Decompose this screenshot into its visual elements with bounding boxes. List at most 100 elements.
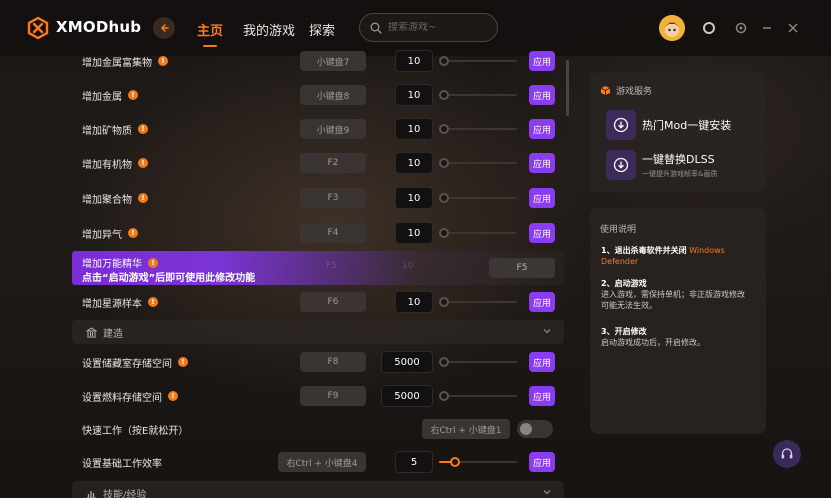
apply-button[interactable]: 应用 [529,386,555,406]
service-title: 热门Mod一键安装 [642,119,732,132]
bar-chart-icon [87,490,96,498]
value-input[interactable]: 10 [395,187,433,209]
row-label: 增加异气 [82,229,122,241]
info-icon[interactable]: ! [128,228,138,238]
slider-thumb[interactable] [449,457,460,467]
value-slider[interactable] [439,296,517,308]
apply-button[interactable]: 应用 [529,223,555,243]
locked-cheat-row[interactable]: 增加万能精华! 点击“启动游戏”后即可使用此修改功能 F5 10 F5 [72,251,564,285]
info-icon[interactable]: ! [148,257,158,268]
minimize-icon[interactable] [758,19,776,37]
cheat-row: 增加异气! F4 10 应用 [72,216,564,250]
nav-explore[interactable]: 探索 [309,20,335,39]
support-headset-button[interactable] [773,440,801,468]
back-button[interactable] [153,17,175,39]
info-icon[interactable]: ! [138,193,148,203]
dlss-replace-button[interactable]: 一键替换DLSS 一键提升游戏帧率&画质 [606,150,717,180]
close-icon[interactable] [784,19,802,37]
value-input[interactable]: 5 [395,451,433,473]
row-label: 设置储藏室存储空间 [82,358,172,370]
xmodhub-logo-icon [27,16,49,40]
info-icon[interactable]: ! [178,357,188,367]
apply-button[interactable]: 应用 [529,292,555,312]
apply-button[interactable]: 应用 [529,188,555,208]
hotkey-field[interactable]: F5 [489,258,555,278]
row-label: 设置基础工作效率 [82,458,162,470]
apply-button[interactable]: 应用 [529,51,555,71]
building-icon [86,326,97,337]
apply-button[interactable]: 应用 [529,352,555,372]
service-subtitle: 一键提升游戏帧率&画质 [642,170,718,178]
apply-button[interactable]: 应用 [529,153,555,173]
download-icon [606,150,636,180]
hotkey-field[interactable]: 小键盘7 [300,51,366,71]
nav-home[interactable]: 主页 [197,20,223,47]
section-skill-header[interactable]: 技能/经验 [72,481,564,498]
info-icon[interactable]: ! [138,124,148,134]
hotkey-field[interactable]: F9 [300,386,366,406]
apply-button[interactable]: 应用 [529,119,555,139]
hotkey-field[interactable]: F3 [300,188,366,208]
value-slider[interactable] [439,89,517,101]
scrollbar[interactable] [566,60,569,116]
hotkey-field[interactable]: F2 [300,153,366,173]
avatar-face-icon [659,15,685,41]
row-label: 增加矿物质 [82,125,132,137]
value-input[interactable]: 5000 [381,351,433,373]
notification-icon[interactable] [700,19,718,37]
value-slider[interactable] [439,390,517,402]
info-icon[interactable]: ! [128,90,138,100]
hotkey-field[interactable]: F6 [300,292,366,312]
apply-button[interactable]: 应用 [529,85,555,105]
value-slider[interactable] [439,157,517,169]
value-slider[interactable] [439,55,517,67]
hotkey-field[interactable]: F4 [300,223,366,243]
value-slider[interactable] [439,456,517,468]
value-input[interactable]: 10 [395,118,433,140]
hotkey-field[interactable]: 小键盘8 [300,85,366,105]
brand-name: XMODhub [56,18,142,36]
usage-step-2: 2、启动游戏 进入游戏，需保持单机；非正版游戏修改可能无法生效。 [601,279,745,310]
fast-work-toggle[interactable] [517,420,553,438]
chevron-down-icon [543,329,551,334]
apply-button[interactable]: 应用 [529,452,555,472]
mod-install-button[interactable]: 热门Mod一键安装 [606,110,731,140]
gamepad-box-icon [600,86,611,95]
services-card: 游戏服务 热门Mod一键安装 一键替换DLSS 一键提升游戏帧率&画质 [590,72,766,192]
search-box[interactable] [359,13,498,42]
section-build-header[interactable]: 建造 [72,320,564,344]
settings-icon[interactable] [732,19,750,37]
row-label: 增加有机物 [82,159,132,171]
value-slider[interactable] [439,192,517,204]
value-input[interactable]: 10 [395,50,433,72]
info-icon[interactable]: ! [148,297,158,307]
search-icon [370,22,382,34]
arrow-left-icon [160,24,169,32]
cheat-row: 增加有机物! F2 10 应用 [72,146,564,180]
hotkey-field[interactable]: 右Ctrl + 小键盘4 [278,452,366,472]
info-icon[interactable]: ! [168,391,178,401]
row-label: 快速工作（按E就松开） [82,425,189,437]
value-slider[interactable] [439,356,517,368]
hotkey-field[interactable]: 小键盘9 [300,119,366,139]
hotkey-field[interactable]: 右Ctrl + 小键盘1 [422,419,510,439]
value-input[interactable]: 5000 [381,385,433,407]
info-icon[interactable]: ! [138,158,148,168]
row-label: 增加金属富集物 [82,57,152,69]
row-label: 增加聚合物 [82,194,132,206]
row-label: 增加星源样本 [82,298,142,310]
cheat-row: 增加金属! 小键盘8 10 应用 [72,78,564,112]
search-input[interactable] [388,22,488,33]
avatar[interactable] [659,15,685,41]
value-input[interactable]: 10 [395,84,433,106]
value-input[interactable]: 10 [395,152,433,174]
value-slider[interactable] [439,123,517,135]
value-slider[interactable] [439,227,517,239]
hotkey-field[interactable]: F8 [300,352,366,372]
row-label: 增加金属 [82,91,122,103]
info-icon[interactable]: ! [158,56,168,66]
nav-my-games[interactable]: 我的游戏 [243,20,295,39]
value-input[interactable]: 10 [395,222,433,244]
headset-icon [781,448,793,459]
value-input[interactable]: 10 [395,291,433,313]
